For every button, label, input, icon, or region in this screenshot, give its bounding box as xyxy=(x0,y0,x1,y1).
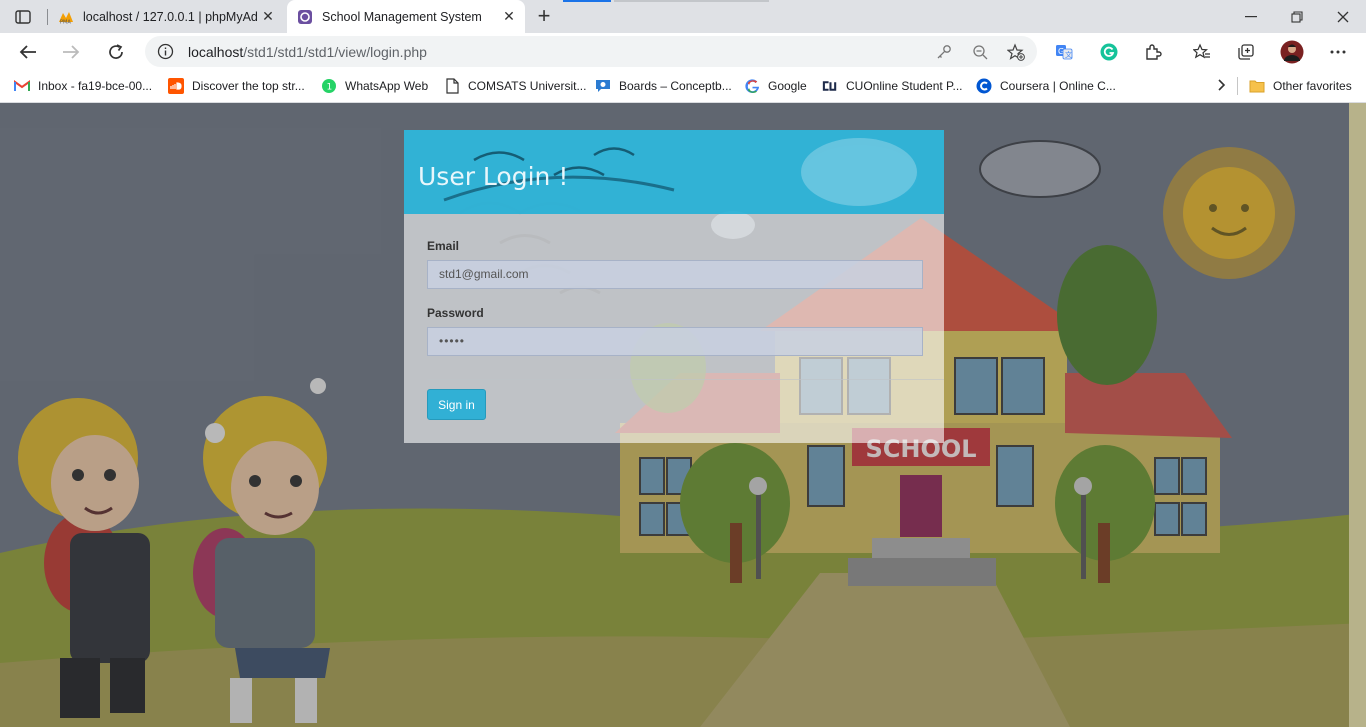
tab-school-management[interactable]: School Management System ✕ xyxy=(287,0,525,33)
back-arrow-icon[interactable] xyxy=(13,37,43,67)
refresh-icon[interactable] xyxy=(101,37,131,67)
login-heading: User Login ! xyxy=(404,130,944,214)
favorites-icon[interactable] xyxy=(1188,38,1216,66)
add-favorite-icon[interactable] xyxy=(1006,42,1026,62)
extensions-icon[interactable] xyxy=(1139,38,1167,66)
restore-icon[interactable] xyxy=(1274,0,1320,33)
password-field[interactable]: ••••• xyxy=(427,327,923,356)
chevron-right-icon[interactable] xyxy=(1212,76,1230,94)
conceptboard-icon xyxy=(595,78,611,94)
form-divider xyxy=(427,379,944,380)
svg-text:1: 1 xyxy=(327,83,333,93)
collections-icon[interactable] xyxy=(1232,38,1260,66)
bookmark-coursera[interactable]: Coursera | Online C... xyxy=(976,76,1116,96)
page-icon xyxy=(297,9,313,25)
bookmark-label: Google xyxy=(768,79,807,93)
cu-icon xyxy=(822,78,838,94)
login-panel: User Login ! Email std1@gmail.com Passwo… xyxy=(404,130,944,443)
browser-toolbar: localhost/std1/std1/std1/view/login.php … xyxy=(0,33,1366,71)
key-icon[interactable] xyxy=(934,42,954,62)
bookmark-label: Boards – Conceptb... xyxy=(619,79,732,93)
bookmark-other-favorites[interactable]: Other favorites xyxy=(1249,76,1352,96)
whatsapp-icon: 1 xyxy=(321,78,337,94)
bookmark-label: Inbox - fa19-bce-00... xyxy=(38,79,153,93)
bookmark-whatsapp[interactable]: 1 WhatsApp Web xyxy=(321,76,428,96)
bookmark-boards[interactable]: Boards – Conceptb... xyxy=(595,76,732,96)
bookmark-cuonline[interactable]: CUOnline Student P... xyxy=(822,76,963,96)
translate-icon[interactable]: G文 xyxy=(1050,38,1078,66)
info-icon[interactable] xyxy=(157,43,174,60)
svg-text:文: 文 xyxy=(1065,50,1072,59)
tab-separator xyxy=(47,9,48,25)
phpmyadmin-icon: PMA xyxy=(58,9,74,25)
new-tab-button[interactable]: + xyxy=(533,5,555,27)
avatar[interactable] xyxy=(1278,38,1306,66)
more-menu-icon[interactable] xyxy=(1324,38,1352,66)
bookmarks-divider xyxy=(1237,77,1238,95)
bookmark-google[interactable]: Google xyxy=(744,76,807,96)
zoom-out-icon[interactable] xyxy=(970,42,990,62)
minimize-icon[interactable] xyxy=(1228,0,1274,33)
tab-accent xyxy=(563,0,611,2)
bookmark-label: Other favorites xyxy=(1273,79,1352,93)
bookmark-label: CUOnline Student P... xyxy=(846,79,963,93)
svg-text:PMA: PMA xyxy=(60,19,71,24)
password-label: Password xyxy=(427,306,484,320)
email-label: Email xyxy=(427,239,460,253)
bookmark-label: Discover the top str... xyxy=(192,79,305,93)
coursera-icon xyxy=(976,78,992,94)
tab-title: School Management System xyxy=(322,9,482,24)
window-close-icon[interactable] xyxy=(1320,0,1366,33)
bookmark-label: Coursera | Online C... xyxy=(1000,79,1116,93)
forward-arrow-icon[interactable] xyxy=(56,37,86,67)
tab-title: localhost / 127.0.0.1 | phpMyAdmin xyxy=(83,9,258,24)
soundcloud-icon xyxy=(168,78,184,94)
bookmark-label: WhatsApp Web xyxy=(345,79,429,93)
bookmark-comsats[interactable]: COMSATS Universit... xyxy=(444,76,586,96)
close-icon[interactable]: ✕ xyxy=(499,7,519,27)
folder-icon xyxy=(1249,78,1265,94)
close-icon[interactable]: ✕ xyxy=(258,7,278,27)
bookmark-discover[interactable]: Discover the top str... xyxy=(168,76,305,96)
grammarly-icon[interactable] xyxy=(1095,38,1123,66)
sign-in-button[interactable]: Sign in xyxy=(427,389,486,420)
tab-strip: PMA localhost / 127.0.0.1 | phpMyAdmin ✕… xyxy=(0,0,1366,33)
bookmark-inbox[interactable]: Inbox - fa19-bce-00... xyxy=(14,76,152,96)
address-bar[interactable]: localhost/std1/std1/std1/view/login.php xyxy=(145,36,1037,67)
page-viewport: SCHOOL User Login ! Email std1@gmail.com… xyxy=(0,103,1366,727)
bookmarks-bar: Inbox - fa19-bce-00... Discover the top … xyxy=(0,71,1366,103)
page-scrollbar[interactable] xyxy=(1349,103,1366,727)
tab-accent xyxy=(614,0,769,2)
google-icon xyxy=(744,78,760,94)
login-title: User Login ! xyxy=(418,162,569,191)
tab-phpmyadmin[interactable]: PMA localhost / 127.0.0.1 | phpMyAdmin ✕ xyxy=(47,0,284,33)
gmail-icon xyxy=(14,78,30,94)
tab-actions-icon[interactable] xyxy=(10,6,36,28)
email-field[interactable]: std1@gmail.com xyxy=(427,260,923,289)
url-text: localhost/std1/std1/std1/view/login.php xyxy=(188,44,427,60)
page-icon xyxy=(444,78,460,94)
bookmark-label: COMSATS Universit... xyxy=(468,79,587,93)
